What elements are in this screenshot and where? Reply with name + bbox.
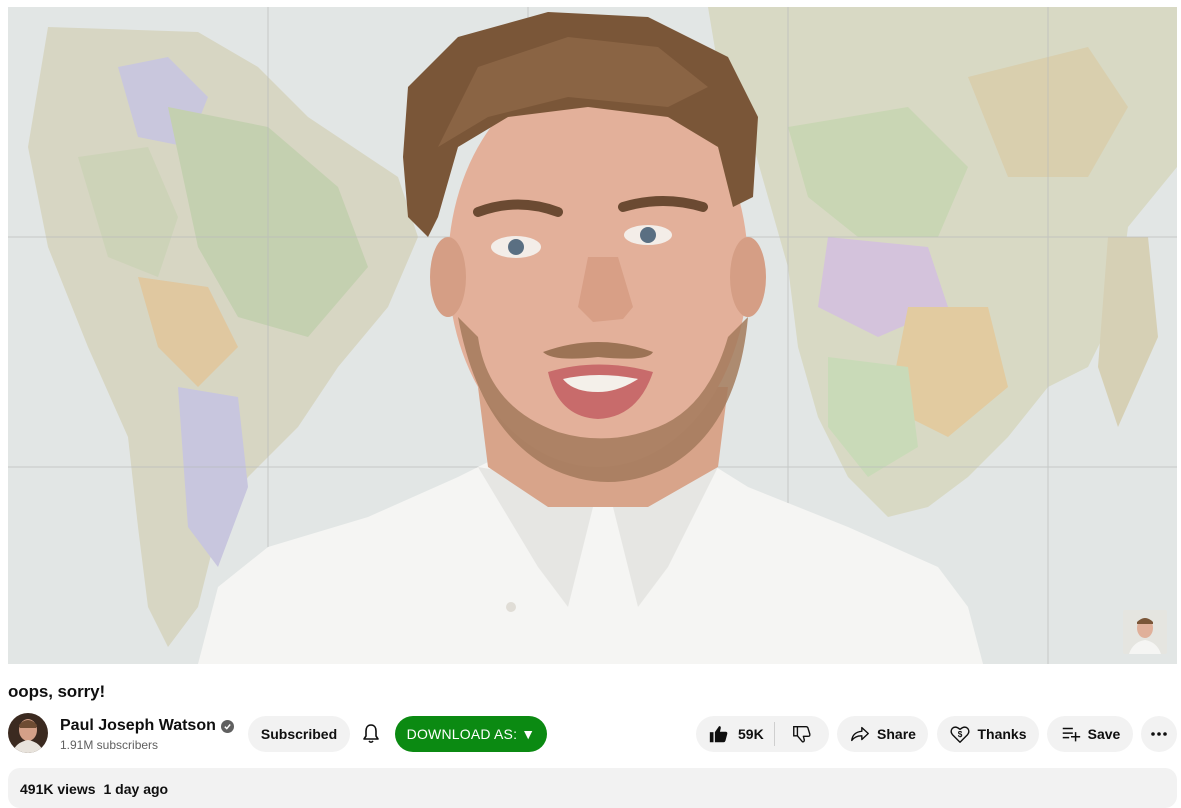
view-count: 491K views bbox=[20, 781, 96, 797]
more-horizontal-icon bbox=[1151, 732, 1167, 736]
subscribed-label: Subscribed bbox=[260, 726, 338, 742]
save-button[interactable]: Save bbox=[1047, 716, 1133, 752]
share-label: Share bbox=[877, 726, 916, 742]
bell-icon[interactable] bbox=[359, 722, 383, 746]
channel-watermark-icon[interactable] bbox=[1123, 610, 1167, 654]
like-button[interactable]: 59K bbox=[696, 716, 774, 752]
save-label: Save bbox=[1087, 726, 1121, 742]
video-meta: 491K views 1 day ago bbox=[20, 781, 168, 797]
dislike-button[interactable] bbox=[775, 716, 829, 752]
svg-text:$: $ bbox=[958, 730, 963, 739]
more-actions-button[interactable] bbox=[1141, 716, 1177, 752]
video-title: oops, sorry! bbox=[8, 682, 106, 701]
video-player[interactable] bbox=[8, 7, 1177, 664]
channel-name-label[interactable]: Paul Joseph Watson bbox=[60, 716, 216, 736]
description-box[interactable]: 491K views 1 day ago bbox=[8, 768, 1177, 808]
download-as-label: DOWNLOAD AS: ▼ bbox=[406, 726, 536, 742]
thumbs-up-icon bbox=[709, 726, 728, 743]
upload-age: 1 day ago bbox=[103, 781, 169, 797]
subscribed-button[interactable]: Subscribed bbox=[248, 716, 350, 752]
like-dislike-segment: 59K bbox=[696, 716, 829, 752]
subscriber-count: 1.91M subscribers bbox=[60, 738, 159, 752]
thanks-button[interactable]: $ Thanks bbox=[937, 716, 1039, 752]
like-count: 59K bbox=[738, 726, 764, 742]
thanks-label: Thanks bbox=[977, 726, 1027, 742]
verified-check-icon bbox=[220, 719, 234, 733]
download-as-button[interactable]: DOWNLOAD AS: ▼ bbox=[395, 716, 547, 752]
channel-name[interactable]: Paul Joseph Watson bbox=[60, 716, 234, 736]
thumbs-down-icon bbox=[793, 725, 811, 743]
video-frame bbox=[8, 7, 1177, 664]
heart-dollar-icon: $ bbox=[950, 726, 970, 743]
playlist-add-icon bbox=[1062, 727, 1080, 742]
share-button[interactable]: Share bbox=[837, 716, 928, 752]
share-arrow-icon bbox=[851, 726, 869, 742]
channel-avatar[interactable] bbox=[8, 713, 48, 753]
